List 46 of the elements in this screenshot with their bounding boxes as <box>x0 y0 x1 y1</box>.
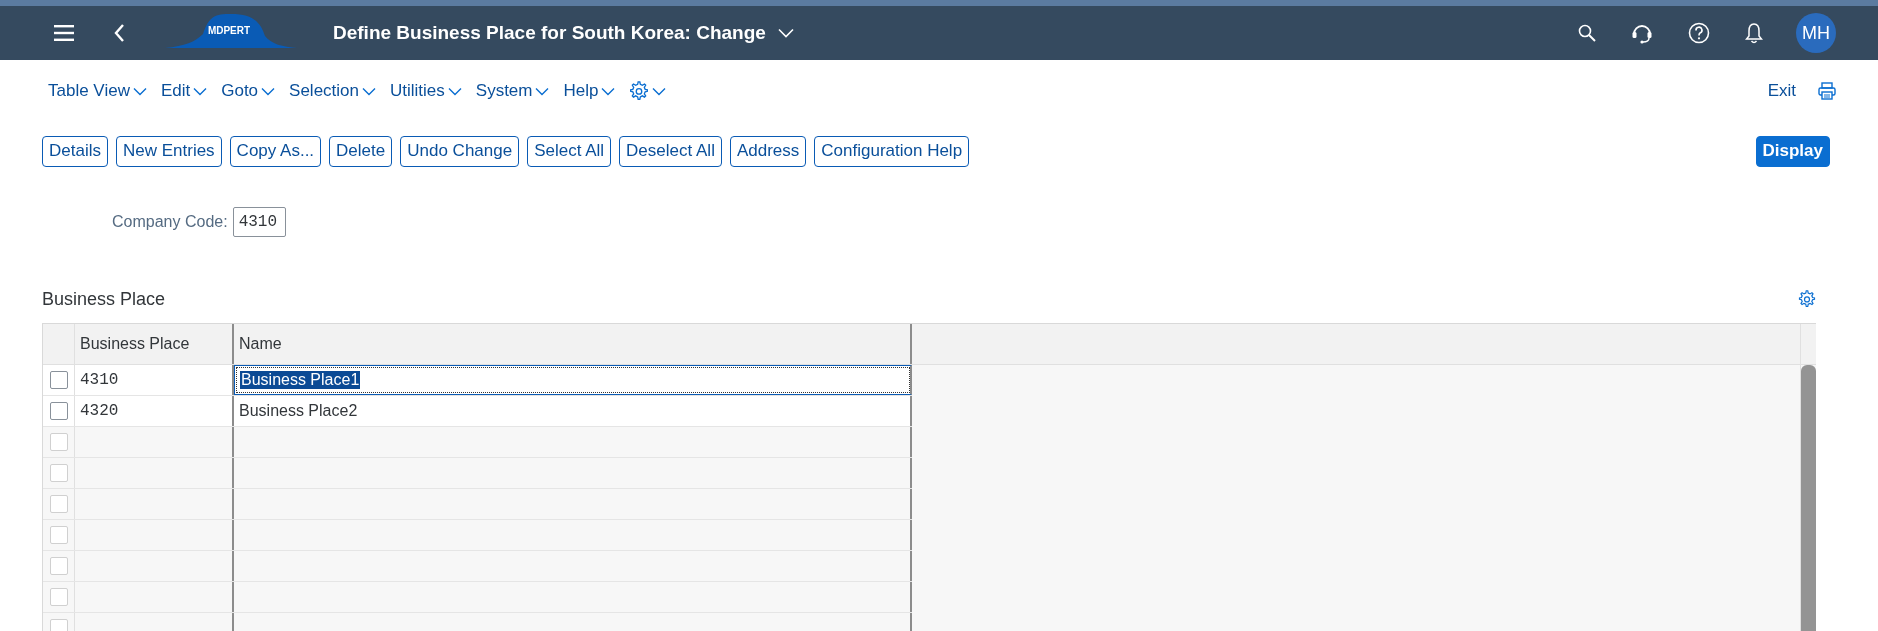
table-cell: Business Place2 <box>239 402 358 420</box>
toolbar-button[interactable]: Configuration Help <box>814 135 970 167</box>
company-code-label: Company Code: <box>112 213 228 231</box>
settings-icon[interactable] <box>1798 290 1816 308</box>
toolbar-button[interactable]: Copy As... <box>229 135 322 167</box>
menu-item[interactable]: Goto <box>221 81 259 101</box>
menu-item[interactable]: Edit <box>160 81 191 101</box>
headset-icon[interactable] <box>1631 22 1653 44</box>
company-code-field[interactable]: 4310 <box>232 207 286 237</box>
toolbar-button[interactable]: Deselect All <box>619 135 722 167</box>
back-icon[interactable] <box>114 24 125 42</box>
user-avatar[interactable]: MH <box>1796 13 1836 53</box>
menu-item[interactable]: Help <box>563 81 599 101</box>
settings-icon[interactable] <box>629 81 650 101</box>
table-cell: 4310 <box>80 371 119 389</box>
toolbar-button[interactable]: Address <box>729 135 807 167</box>
menu-item[interactable]: Selection <box>289 81 359 101</box>
chevron-down-icon[interactable] <box>261 86 276 96</box>
help-icon[interactable] <box>1688 22 1710 44</box>
scrollbar[interactable] <box>1801 365 1816 631</box>
toolbar-button[interactable]: Details <box>42 135 108 167</box>
menu-item[interactable]: System <box>475 81 533 101</box>
search-icon[interactable] <box>1578 24 1596 42</box>
toolbar-button[interactable]: Undo Change <box>400 135 520 167</box>
app-title[interactable]: Define Business Place for South Korea: Change <box>333 22 766 44</box>
printer-icon[interactable] <box>1818 82 1836 100</box>
chevron-down-icon[interactable] <box>193 86 208 96</box>
toolbar-button[interactable]: Display <box>1755 135 1830 167</box>
toolbar-button[interactable]: New Entries <box>115 135 222 167</box>
toolbar-button[interactable]: Select All <box>527 135 612 167</box>
menu-item[interactable]: Utilities <box>390 81 445 101</box>
notification-bell-icon[interactable] <box>1745 22 1763 44</box>
menu-item[interactable]: Table View <box>48 81 130 101</box>
toolbar-button[interactable]: Delete <box>329 135 393 167</box>
chevron-down-icon[interactable] <box>447 86 462 96</box>
chevron-down-icon[interactable] <box>535 86 550 96</box>
row-checkbox[interactable] <box>49 402 68 420</box>
exit-link[interactable]: Exit <box>1767 81 1796 101</box>
chevron-down-icon[interactable] <box>132 86 147 96</box>
chevron-down-icon[interactable] <box>652 86 667 96</box>
chevron-down-icon[interactable] <box>362 86 376 96</box>
menu-icon[interactable] <box>54 25 74 41</box>
table-title: Business Place <box>42 288 166 310</box>
table-cell: 4320 <box>80 402 119 420</box>
chevron-down-icon[interactable] <box>601 86 616 96</box>
row-checkbox[interactable] <box>49 371 68 389</box>
